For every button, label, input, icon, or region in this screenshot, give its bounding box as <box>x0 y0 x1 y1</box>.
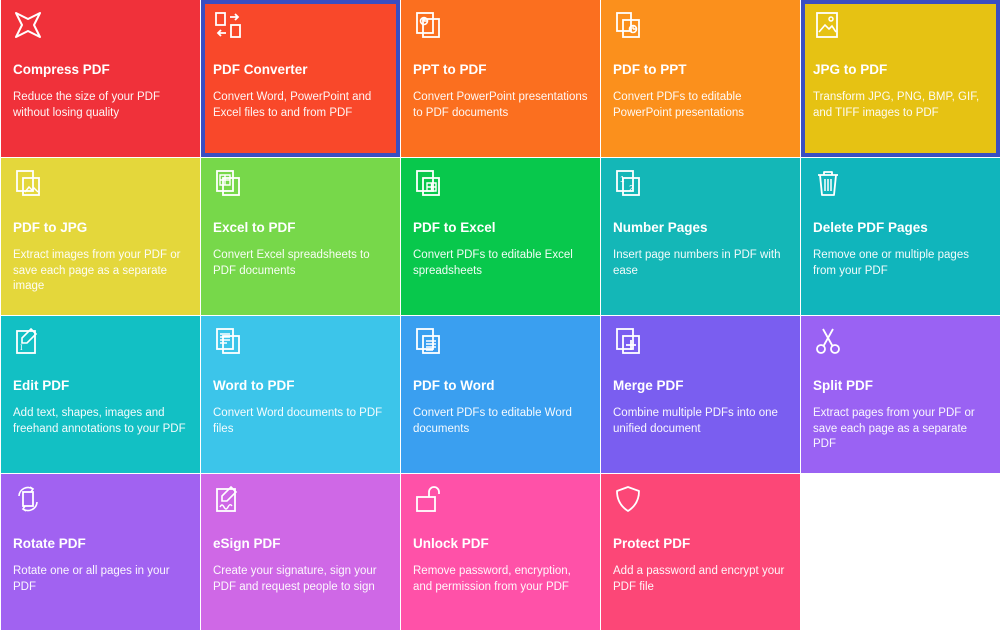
tool-title: Compress PDF <box>13 62 110 77</box>
tool-description: Rotate one or all pages in your PDF <box>13 565 170 593</box>
tool-tile-edit-pdf[interactable]: I Edit PDF Add text, shapes, images and fr… <box>1 316 200 473</box>
tool-title: PDF to Excel <box>413 220 496 235</box>
tool-title: PDF to Word <box>413 378 495 393</box>
tool-tile-delete-pages[interactable]: Delete PDF Pages Remove one or multiple p… <box>801 158 1000 315</box>
merge-files-icon <box>613 326 643 356</box>
tool-title: PDF to PPT <box>613 62 687 77</box>
tool-tile-pdf-to-ppt[interactable]: PDF to PPT Convert PDFs to editable Power… <box>601 0 800 157</box>
tool-title: Delete PDF Pages <box>813 220 928 235</box>
tool-tile-pdf-to-word[interactable]: PDF to Word Convert PDFs to editable Word… <box>401 316 600 473</box>
tool-description: Convert PDFs to editable Excel spreadshe… <box>413 249 573 277</box>
pdf-image-icon <box>13 168 43 198</box>
tool-description: Combine multiple PDFs into one unified d… <box>613 407 778 435</box>
convert-arrows-icon <box>213 10 243 40</box>
tool-tile-excel-to-pdf[interactable]: Excel to PDF Convert Excel spreadsheets t… <box>201 158 400 315</box>
svg-text:2: 2 <box>629 184 634 193</box>
tool-title: Split PDF <box>813 378 873 393</box>
tool-tile-merge-pdf[interactable]: Merge PDF Combine multiple PDFs into one … <box>601 316 800 473</box>
unlock-icon <box>413 484 443 514</box>
pdf-spreadsheet-icon <box>413 168 443 198</box>
tool-tile-compress[interactable]: Compress PDF Reduce the size of your PDF … <box>1 0 200 157</box>
tool-tile-pdf-to-jpg[interactable]: PDF to JPG Extract images from your PDF o… <box>1 158 200 315</box>
tool-title: eSign PDF <box>213 536 281 551</box>
tool-title: JPG to PDF <box>813 62 888 77</box>
tool-description: Extract pages from your PDF or save each… <box>813 407 975 450</box>
tool-description: Remove one or multiple pages from your P… <box>813 249 969 277</box>
tool-tile-esign-pdf[interactable]: eSign PDF Create your signature, sign you… <box>201 474 400 630</box>
tool-tile-number-pages[interactable]: 1 2 Number Pages Insert page numbers in PDF… <box>601 158 800 315</box>
signature-icon <box>213 484 243 514</box>
trash-icon <box>813 168 843 198</box>
tool-tile-rotate-pdf[interactable]: Rotate PDF Rotate one or all pages in you… <box>1 474 200 630</box>
tool-description: Reduce the size of your PDF without losi… <box>13 91 161 119</box>
tools-grid: Compress PDF Reduce the size of your PDF … <box>0 0 1000 630</box>
tool-tile-word-to-pdf[interactable]: Word to PDF Convert Word documents to PDF… <box>201 316 400 473</box>
tool-description: Remove password, encryption, and permiss… <box>413 565 571 593</box>
spreadsheet-file-icon <box>213 168 243 198</box>
tool-title: Word to PDF <box>213 378 295 393</box>
tool-description: Create your signature, sign your PDF and… <box>213 565 377 593</box>
tool-tile-protect-pdf[interactable]: Protect PDF Add a password and encrypt yo… <box>601 474 800 630</box>
tool-title: PDF to JPG <box>13 220 88 235</box>
tool-description: Transform JPG, PNG, BMP, GIF, and TIFF i… <box>813 91 980 119</box>
tool-title: Excel to PDF <box>213 220 296 235</box>
tool-tile-converter[interactable]: PDF Converter Convert Word, PowerPoint an… <box>201 0 400 157</box>
tool-description: Extract images from your PDF or save eac… <box>13 249 181 292</box>
word-file-icon <box>213 326 243 356</box>
tool-description: Add text, shapes, images and freehand an… <box>13 407 186 435</box>
tool-title: PDF Converter <box>213 62 308 77</box>
tool-description: Convert Word documents to PDF files <box>213 407 383 435</box>
svg-text:I: I <box>20 343 23 352</box>
tool-description: Add a password and encrypt your PDF file <box>613 565 785 593</box>
number-pages-icon: 12 <box>613 168 643 198</box>
pdf-ppt-file-icon <box>613 10 643 40</box>
shield-icon <box>613 484 643 514</box>
ppt-file-icon <box>413 10 443 40</box>
svg-text:1: 1 <box>620 175 625 184</box>
image-file-icon <box>813 10 843 40</box>
tool-title: PPT to PDF <box>413 62 487 77</box>
scissors-icon <box>813 326 843 356</box>
tool-title: Merge PDF <box>613 378 684 393</box>
tool-description: Convert PowerPoint presentations to PDF … <box>413 91 588 119</box>
tool-description: Convert Excel spreadsheets to PDF docume… <box>213 249 370 277</box>
tool-tile-split-pdf[interactable]: Split PDF Extract pages from your PDF or … <box>801 316 1000 473</box>
tool-title: Number Pages <box>613 220 708 235</box>
tool-tile-ppt-to-pdf[interactable]: PPT to PDF Convert PowerPoint presentatio… <box>401 0 600 157</box>
edit-file-icon: I <box>13 326 43 356</box>
tool-description: Convert PDFs to editable PowerPoint pres… <box>613 91 745 119</box>
tool-title: Edit PDF <box>13 378 70 393</box>
tool-tile-pdf-to-excel[interactable]: PDF to Excel Convert PDFs to editable Exc… <box>401 158 600 315</box>
tool-title: Protect PDF <box>613 536 691 551</box>
tool-description: Convert Word, PowerPoint and Excel files… <box>213 91 372 119</box>
tool-title: Unlock PDF <box>413 536 489 551</box>
rotate-icon <box>13 484 43 514</box>
tool-tile-jpg-to-pdf[interactable]: JPG to PDF Transform JPG, PNG, BMP, GIF, … <box>801 0 1000 157</box>
pdf-word-icon <box>413 326 443 356</box>
tool-description: Convert PDFs to editable Word documents <box>413 407 572 435</box>
tool-tile-unlock-pdf[interactable]: Unlock PDF Remove password, encryption, a… <box>401 474 600 630</box>
compress-icon <box>13 10 43 40</box>
empty-tile <box>801 474 1000 630</box>
tool-description: Insert page numbers in PDF with ease <box>613 249 781 277</box>
tool-title: Rotate PDF <box>13 536 86 551</box>
